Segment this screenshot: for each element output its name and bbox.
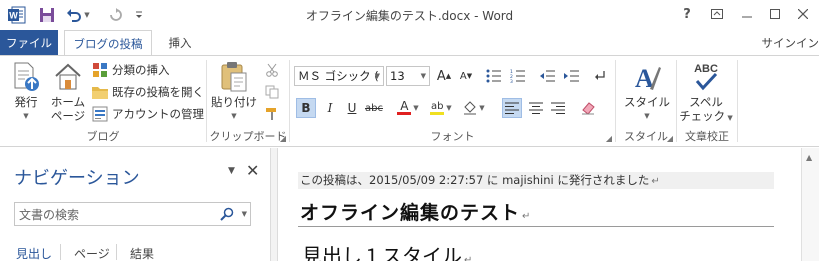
align-right-icon[interactable] (548, 98, 568, 118)
sign-in-link[interactable]: サインイン (762, 30, 819, 55)
navigation-pane: ナビゲーション ▼ ✕ 文書の検索 ▼ 見出し ページ 結果 (0, 148, 270, 261)
align-center-icon[interactable] (526, 98, 546, 118)
clipboard-launcher-icon[interactable]: ◢ (280, 134, 286, 143)
font-launcher-icon[interactable]: ◢ (606, 134, 612, 143)
close-pane-icon[interactable]: ✕ (246, 161, 259, 180)
spell-check-button[interactable]: ABC スペル チェック ▼ (679, 60, 733, 125)
bullets-icon[interactable] (484, 66, 504, 86)
ribbon-display-icon[interactable] (704, 3, 730, 25)
style-launcher-icon[interactable]: ◢ (667, 134, 673, 143)
paste-icon (218, 60, 250, 94)
grow-font-button[interactable]: A ▲ (434, 66, 454, 86)
svg-text:3: 3 (510, 79, 513, 83)
shading-icon[interactable]: ▼ (460, 98, 488, 118)
document-search-input[interactable]: 文書の検索 ▼ (14, 202, 251, 226)
open-existing-post-button[interactable]: 既存の投稿を開く (92, 82, 204, 102)
proofing-group-label: 文章校正 (685, 130, 729, 143)
title-underline (298, 226, 774, 227)
numbering-icon[interactable]: 123 (508, 66, 528, 86)
line-break-icon[interactable] (590, 66, 610, 86)
clear-formatting-icon[interactable] (578, 98, 598, 118)
tab-blog-post[interactable]: ブログの投稿 (64, 30, 152, 56)
strikethrough-button[interactable]: abc (362, 98, 386, 118)
style-button[interactable]: A スタイル ▼ (622, 60, 672, 123)
document-canvas[interactable]: この投稿は、2015/05/09 2:27:57 に majishini に発行… (278, 148, 801, 261)
decrease-indent-icon[interactable] (538, 66, 558, 86)
font-color-button[interactable]: A ▼ (394, 98, 422, 118)
accounts-icon (92, 106, 108, 122)
font-group-label: フォント (430, 130, 475, 143)
close-icon[interactable] (790, 3, 816, 25)
cut-icon[interactable] (262, 60, 282, 80)
tab-divider (60, 244, 61, 260)
category-icon (92, 62, 108, 78)
blog-group-label: ブログ (86, 130, 120, 143)
format-painter-icon[interactable] (262, 104, 282, 124)
highlight-button[interactable]: ab ▼ (426, 98, 456, 118)
scroll-up-icon[interactable]: ▲ (806, 153, 812, 162)
manage-accounts-button[interactable]: アカウントの管理 (92, 104, 204, 124)
insert-category-button[interactable]: 分類の挿入 (92, 60, 170, 80)
svg-text:ABC: ABC (694, 63, 718, 75)
bold-button[interactable]: B (296, 98, 316, 118)
align-left-icon[interactable] (502, 98, 522, 118)
increase-indent-icon[interactable] (562, 66, 582, 86)
search-icon[interactable] (220, 207, 234, 224)
style-group: A スタイル ▼ スタイル ◢ (616, 56, 676, 146)
proofing-group: ABC スペル チェック ▼ 文章校正 (677, 56, 737, 146)
tab-insert[interactable]: 挿入 (156, 30, 204, 55)
ribbon: 発行 ▼ ホーム ページ 分類の挿入 既存の投稿を開く アカウントの管理 ブログ… (0, 55, 819, 147)
copy-icon[interactable] (262, 82, 282, 102)
navigation-title: ナビゲーション (14, 168, 140, 189)
font-name-combo[interactable]: ＭＳ ゴシック ( ▼ (294, 66, 384, 86)
tab-pages[interactable]: ページ (74, 245, 110, 261)
publish-icon (10, 60, 42, 94)
home-page-button[interactable]: ホーム ページ (48, 60, 88, 123)
spell-check-icon: ABC (690, 60, 722, 94)
ribbon-tab-bar: ファイル ブログの投稿 挿入 サインイン (0, 30, 819, 56)
shrink-font-button[interactable]: A ▼ (456, 66, 476, 86)
style-icon: A (631, 60, 663, 94)
publish-notice: この投稿は、2015/05/09 2:27:57 に majishini に発行… (298, 172, 774, 189)
pane-splitter[interactable] (270, 148, 278, 261)
heading-1-text[interactable]: 見出し１スタイル ↵ (302, 240, 472, 261)
clipboard-group: 貼り付け ▼ クリップボード ◢ (207, 56, 289, 146)
home-icon (52, 60, 84, 94)
search-options-icon[interactable]: ▼ (242, 210, 247, 218)
restore-icon[interactable] (762, 3, 788, 25)
group-divider (737, 60, 738, 142)
tab-divider (116, 244, 117, 260)
underline-button[interactable]: U (342, 98, 362, 118)
tab-file[interactable]: ファイル (0, 30, 58, 55)
clipboard-group-label: クリップボード (209, 130, 287, 143)
title-bar: W ▼ オフライン編集のテスト.docx - Word ? (0, 0, 819, 30)
tab-headings[interactable]: 見出し (16, 245, 52, 261)
blog-group: 発行 ▼ ホーム ページ 分類の挿入 既存の投稿を開く アカウントの管理 ブログ (0, 56, 206, 146)
tab-results[interactable]: 結果 (130, 245, 154, 261)
italic-button[interactable]: I (320, 98, 340, 118)
font-size-combo[interactable]: 13 ▼ (386, 66, 430, 86)
pane-options-icon[interactable]: ▼ (228, 166, 235, 176)
font-group: ＭＳ ゴシック ( ▼ 13 ▼ A ▲ A ▼ 123 B I U abc A… (290, 56, 615, 146)
post-title[interactable]: オフライン編集のテスト ↵ (300, 198, 531, 225)
publish-button[interactable]: 発行 ▼ (6, 60, 46, 123)
vertical-scrollbar[interactable]: ▲ (801, 148, 819, 261)
minimize-icon[interactable] (734, 3, 760, 25)
folder-icon (92, 84, 108, 100)
paste-button[interactable]: 貼り付け ▼ (211, 60, 257, 123)
help-button[interactable]: ? (674, 3, 700, 25)
